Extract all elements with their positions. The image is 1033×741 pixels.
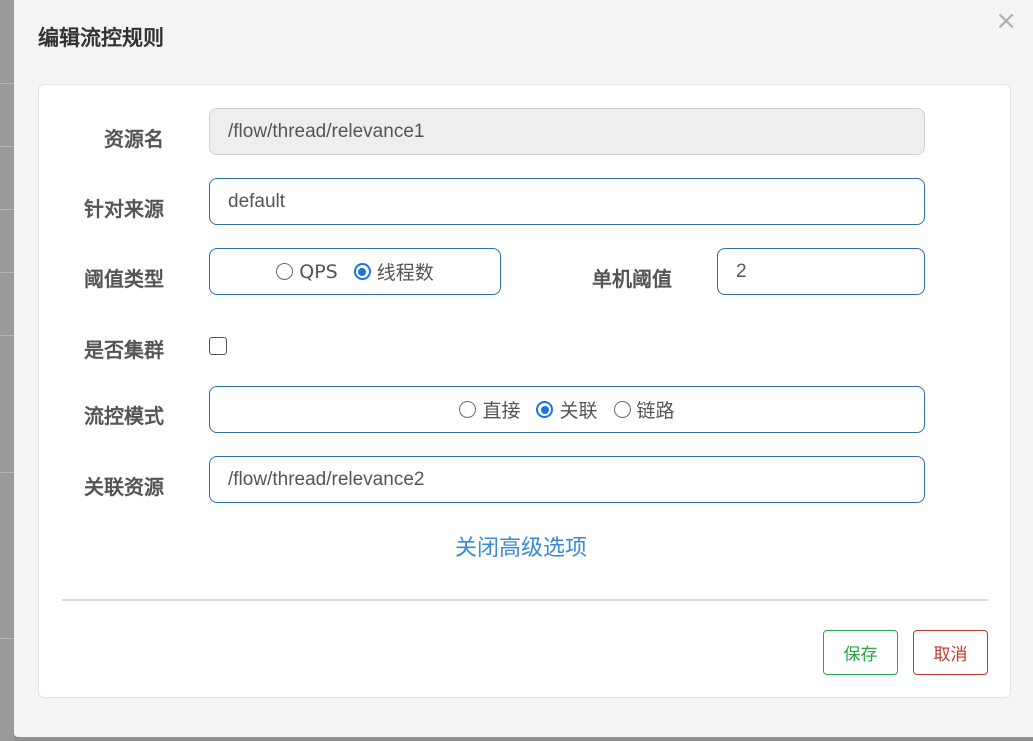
count-input[interactable]: 2: [717, 248, 925, 295]
save-button[interactable]: 保存: [823, 630, 898, 675]
ref-resource-input[interactable]: /flow/thread/relevance2: [209, 456, 925, 503]
footer-divider: [62, 599, 988, 601]
backdrop-line: [0, 272, 14, 273]
close-advanced-options-link[interactable]: 关闭高级选项: [455, 530, 587, 562]
grade-label: 阈值类型: [84, 267, 164, 291]
grade-option-label: 线程数: [376, 262, 434, 284]
cluster-checkbox[interactable]: [209, 337, 227, 355]
edit-flow-rule-dialog: 编辑流控规则 × 资源名 /flow/thread/relevance1 针对来…: [14, 0, 1033, 737]
limit-app-value: default: [228, 190, 286, 212]
strategy-option-label: 关联: [559, 400, 598, 422]
grade-option-thread[interactable]: 线程数: [353, 258, 434, 285]
grade-radio-group: QPS 线程数: [209, 248, 501, 295]
resource-name-value: /flow/thread/relevance1: [228, 120, 425, 142]
ref-resource-label: 关联资源: [84, 475, 164, 499]
count-value: 2: [736, 260, 747, 282]
strategy-option-label: 链路: [636, 400, 675, 422]
strategy-label: 流控模式: [84, 404, 164, 428]
page-backdrop: [0, 0, 14, 741]
grade-option-qps[interactable]: QPS: [276, 260, 338, 283]
backdrop-line: [0, 83, 14, 84]
close-icon[interactable]: ×: [995, 8, 1017, 34]
resource-name-label: 资源名: [104, 127, 164, 151]
radio-checked-icon[interactable]: [353, 263, 371, 280]
radio-checked-icon[interactable]: [536, 401, 554, 418]
cluster-label: 是否集群: [84, 338, 164, 362]
strategy-option-direct[interactable]: 直接: [459, 396, 520, 423]
ref-resource-value: /flow/thread/relevance2: [228, 468, 425, 490]
backdrop-line: [0, 146, 14, 147]
backdrop-line: [0, 638, 14, 639]
backdrop-line: [0, 209, 14, 210]
backdrop-line: [0, 335, 14, 336]
radio-unchecked-icon[interactable]: [276, 263, 294, 280]
strategy-radio-group: 直接 关联 链路: [209, 386, 925, 433]
backdrop-line: [0, 472, 14, 473]
radio-unchecked-icon[interactable]: [613, 401, 631, 418]
cancel-button[interactable]: 取消: [913, 630, 988, 675]
resource-name-field: /flow/thread/relevance1: [209, 108, 925, 155]
limit-app-input[interactable]: default: [209, 178, 925, 225]
form-panel: 资源名 /flow/thread/relevance1 针对来源 default…: [38, 84, 1011, 698]
count-label: 单机阈值: [592, 267, 672, 291]
strategy-option-label: 直接: [482, 400, 521, 422]
dialog-title: 编辑流控规则: [38, 26, 164, 50]
radio-unchecked-icon[interactable]: [459, 401, 477, 418]
strategy-option-chain[interactable]: 链路: [613, 396, 675, 423]
grade-option-label: QPS: [299, 260, 338, 283]
limit-app-label: 针对来源: [84, 197, 164, 221]
strategy-option-relate[interactable]: 关联: [536, 396, 598, 423]
